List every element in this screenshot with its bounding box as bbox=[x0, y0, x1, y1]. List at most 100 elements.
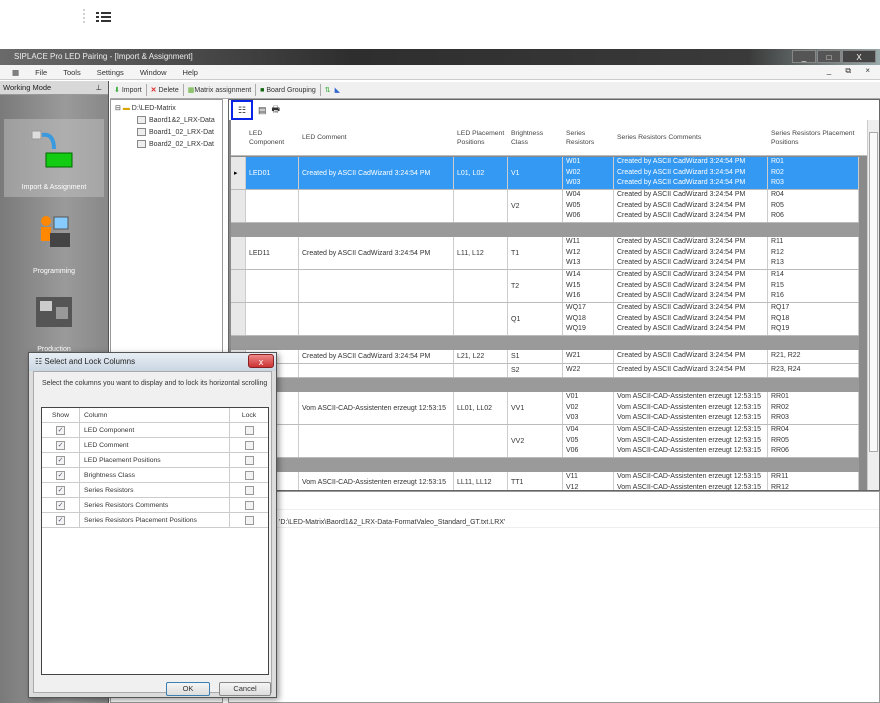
dialog-title: Select and Lock Columns bbox=[44, 357, 136, 366]
show-checkbox[interactable]: ✓ bbox=[56, 425, 65, 435]
show-checkbox[interactable]: ✓ bbox=[56, 455, 65, 465]
dialog-close-button[interactable]: x bbox=[248, 354, 274, 368]
mdi-controls[interactable]: _ ⧉ × bbox=[827, 66, 876, 76]
lock-checkbox[interactable] bbox=[244, 500, 254, 510]
ok-button[interactable]: OK bbox=[166, 682, 210, 696]
resistor-comment: Vom ASCII-CAD-Assistenten erzeugt 12:53:… bbox=[617, 483, 761, 491]
led-component-cell bbox=[246, 190, 299, 222]
maximize-button[interactable]: □ bbox=[817, 50, 841, 63]
resistor-comment: Created by ASCII CadWizard 3:24:54 PM bbox=[617, 292, 746, 300]
series-resistor-cell: W11 W12 W13 bbox=[563, 237, 614, 269]
menu-window[interactable]: Window bbox=[132, 68, 175, 77]
column-option-row: ✓ Brightness Class bbox=[42, 468, 268, 483]
scrollbar-thumb[interactable] bbox=[869, 132, 878, 452]
resistor-position: RR01 bbox=[771, 393, 789, 401]
print-icon[interactable]: 🖶 bbox=[272, 102, 281, 118]
table-row[interactable]: S2 W22 Created by ASCII CadWizard 3:24:54 … bbox=[231, 364, 859, 378]
table-row[interactable]: V2 W04 W05 W06 Created by ASCII CadWizard 3:… bbox=[231, 190, 859, 223]
menu-tools[interactable]: Tools bbox=[55, 68, 89, 77]
matrix-assignment-button[interactable]: ▦Matrix assignment bbox=[188, 86, 251, 94]
show-checkbox[interactable]: ✓ bbox=[56, 485, 65, 495]
production-icon bbox=[36, 297, 72, 327]
row-selector[interactable] bbox=[231, 270, 246, 302]
row-selector[interactable] bbox=[231, 303, 246, 335]
table-row[interactable]: T2 W14 W15 W16 Created by ASCII CadWizard 3:… bbox=[231, 270, 859, 303]
brightness-class-cell: S1 bbox=[508, 350, 563, 363]
led-comment-cell bbox=[299, 190, 454, 222]
lock-checkbox[interactable] bbox=[244, 455, 254, 465]
chart-icon[interactable]: ◣ bbox=[335, 86, 340, 94]
vertical-scrollbar[interactable] bbox=[867, 120, 879, 490]
minimize-button[interactable]: _ bbox=[792, 50, 816, 63]
table-row[interactable]: Created by ASCII CadWizard 3:24:54 PM L21… bbox=[231, 350, 859, 364]
col-header[interactable]: Series Resistors Comments bbox=[614, 120, 768, 155]
column-settings-icon[interactable]: ▤ bbox=[258, 105, 267, 116]
group-separator bbox=[231, 336, 859, 350]
mode-import-assignment[interactable]: Import & Assignment bbox=[4, 119, 104, 197]
columns-table-header: Show Column Lock bbox=[42, 408, 268, 423]
show-checkbox[interactable]: ✓ bbox=[56, 515, 65, 525]
lock-checkbox[interactable] bbox=[244, 425, 254, 435]
lock-checkbox[interactable] bbox=[244, 515, 254, 525]
lock-checkbox[interactable] bbox=[244, 485, 254, 495]
led-positions-cell: LL11, LL12 bbox=[454, 472, 508, 490]
menu-settings[interactable]: Settings bbox=[89, 68, 132, 77]
mode-programming[interactable]: Programming bbox=[4, 203, 104, 281]
column-chooser-icon-callout bbox=[80, 4, 120, 30]
resistor-position: RR05 bbox=[771, 436, 789, 444]
row-selector[interactable]: ▸ bbox=[231, 157, 246, 189]
show-cell: ✓ bbox=[42, 483, 80, 497]
show-checkbox[interactable]: ✓ bbox=[56, 470, 65, 480]
board-grouping-button[interactable]: ■ Board Grouping bbox=[260, 87, 316, 94]
table-row[interactable]: Vom ASCII-CAD-Assistenten erzeugt 12:53:… bbox=[231, 472, 859, 491]
led-comment-cell: Created by ASCII CadWizard 3:24:54 PM bbox=[299, 350, 454, 363]
series-resistor: V06 bbox=[566, 447, 579, 455]
resistor-position: R06 bbox=[771, 212, 784, 220]
led-comment-cell: Created by ASCII CadWizard 3:24:54 PM bbox=[299, 157, 454, 189]
col-header[interactable]: Series Resistors Placement Positions bbox=[768, 120, 859, 155]
table-row[interactable]: VV2 V04 V05 V06 Vom ASCII-CAD-Assistenten er… bbox=[231, 425, 859, 458]
menu-file[interactable]: File bbox=[27, 68, 55, 77]
resistor-comment: Created by ASCII CadWizard 3:24:54 PM bbox=[617, 325, 746, 333]
column-option-row: ✓ Series Resistors bbox=[42, 483, 268, 498]
resistor-position-cell: RR04 RR05 RR06 bbox=[768, 425, 859, 457]
col-header[interactable]: LED Comment bbox=[299, 120, 454, 155]
series-resistor: W06 bbox=[566, 212, 581, 220]
table-row[interactable]: ▸ LED01 Created by ASCII CadWizard 3:24:54… bbox=[231, 157, 859, 190]
table-row[interactable]: Vom ASCII-CAD-Assistenten erzeugt 12:53:… bbox=[231, 392, 859, 425]
series-resistor: V01 bbox=[566, 393, 579, 401]
pin-icon[interactable]: ⊥ bbox=[95, 81, 102, 95]
resistor-comment: Created by ASCII CadWizard 3:24:54 PM bbox=[617, 168, 746, 176]
app-menu-icon[interactable]: ▦ bbox=[4, 68, 27, 77]
col-header[interactable]: LED Component bbox=[246, 120, 299, 155]
menu-help[interactable]: Help bbox=[175, 68, 206, 77]
grid-body: ▸ LED01 Created by ASCII CadWizard 3:24:54… bbox=[231, 157, 859, 491]
close-button[interactable]: X bbox=[842, 50, 876, 63]
show-checkbox[interactable]: ✓ bbox=[56, 500, 65, 510]
tree-item[interactable]: Board1_02_LRX-Dat bbox=[137, 128, 214, 136]
lock-checkbox[interactable] bbox=[244, 470, 254, 480]
tree-item[interactable]: Baord1&2_LRX-Data bbox=[137, 116, 215, 124]
resistor-comment: Created by ASCII CadWizard 3:24:54 PM bbox=[617, 304, 746, 312]
tree-item[interactable]: Board2_02_LRX-Dat bbox=[137, 140, 214, 148]
table-row[interactable]: Q1 WQ17 WQ18 WQ19 Created by ASCII CadWizard… bbox=[231, 303, 859, 336]
row-selector[interactable] bbox=[231, 237, 246, 269]
col-header[interactable]: LED Placement Positions bbox=[454, 120, 508, 155]
refresh-icon[interactable]: ⇅ bbox=[325, 86, 331, 94]
table-row[interactable]: LED11 Created by ASCII CadWizard 3:24:54 … bbox=[231, 237, 859, 270]
col-header[interactable]: Series Resistors bbox=[563, 120, 614, 155]
col-header[interactable]: Brightness Class bbox=[508, 120, 563, 155]
resistor-comment-cell: Created by ASCII CadWizard 3:24:54 PM bbox=[614, 364, 768, 377]
row-selector[interactable] bbox=[231, 190, 246, 222]
lock-checkbox[interactable] bbox=[244, 440, 254, 450]
tree-root[interactable]: ⊟ ▬ D:\LED-Matrix bbox=[115, 104, 176, 112]
show-checkbox[interactable]: ✓ bbox=[56, 440, 65, 450]
resistor-position: R03 bbox=[771, 179, 784, 187]
resistor-position-cell: RQ17 RQ18 RQ19 bbox=[768, 303, 859, 335]
resistor-comment: Created by ASCII CadWizard 3:24:54 PM bbox=[617, 281, 746, 289]
mode-production[interactable]: Production bbox=[4, 281, 104, 359]
import-button[interactable]: ⬇ Import bbox=[114, 86, 142, 94]
delete-button[interactable]: ✕ Delete bbox=[151, 86, 179, 94]
column-chooser-icon[interactable]: ☷ bbox=[231, 100, 253, 120]
cancel-button[interactable]: Cancel bbox=[219, 682, 271, 696]
